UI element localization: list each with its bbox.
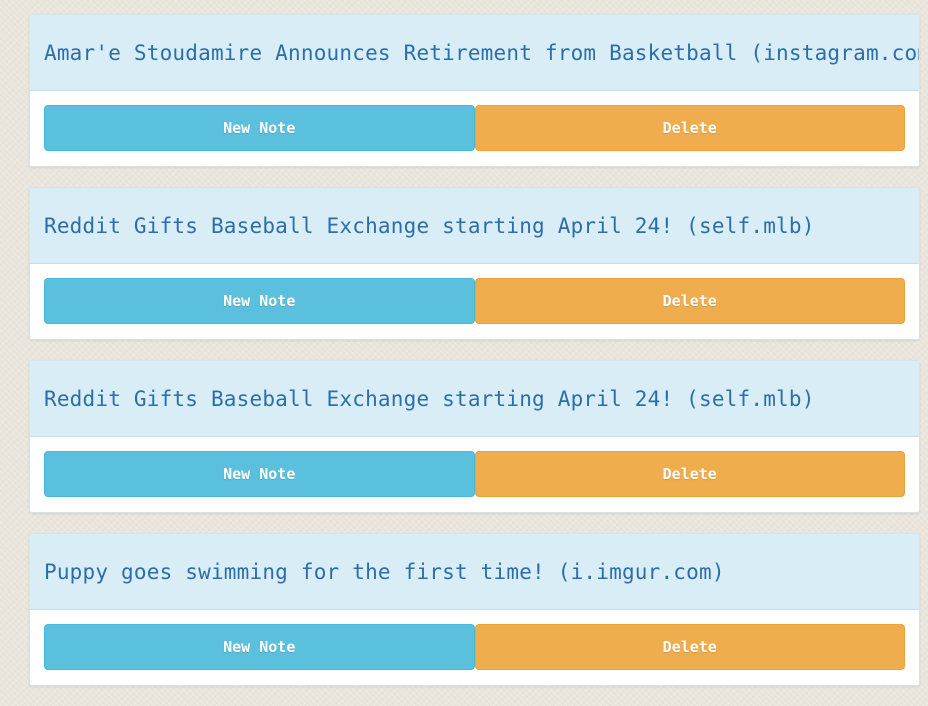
post-heading: Puppy goes swimming for the first time! … xyxy=(30,534,919,610)
new-note-button[interactable]: New Note xyxy=(44,451,475,497)
post-actions: New Note Delete xyxy=(30,610,919,685)
post-actions: New Note Delete xyxy=(30,91,919,166)
new-note-button[interactable]: New Note xyxy=(44,278,475,324)
post-title-link[interactable]: Amar'e Stoudamire Announces Retirement f… xyxy=(44,41,919,65)
post-title-link[interactable]: Reddit Gifts Baseball Exchange starting … xyxy=(44,387,815,411)
post-card: Puppy goes swimming for the first time! … xyxy=(29,533,920,686)
post-actions: New Note Delete xyxy=(30,264,919,339)
post-card: Amar'e Stoudamire Announces Retirement f… xyxy=(29,14,920,167)
delete-button[interactable]: Delete xyxy=(474,451,905,497)
post-title-link[interactable]: Puppy goes swimming for the first time! … xyxy=(44,560,725,584)
new-note-button[interactable]: New Note xyxy=(44,105,475,151)
post-heading: Reddit Gifts Baseball Exchange starting … xyxy=(30,361,919,437)
post-heading: Amar'e Stoudamire Announces Retirement f… xyxy=(30,15,919,91)
delete-button[interactable]: Delete xyxy=(474,105,905,151)
post-card: Reddit Gifts Baseball Exchange starting … xyxy=(29,187,920,340)
post-card: Reddit Gifts Baseball Exchange starting … xyxy=(29,360,920,513)
delete-button[interactable]: Delete xyxy=(474,278,905,324)
post-title-link[interactable]: Reddit Gifts Baseball Exchange starting … xyxy=(44,214,815,238)
post-actions: New Note Delete xyxy=(30,437,919,512)
new-note-button[interactable]: New Note xyxy=(44,624,475,670)
post-heading: Reddit Gifts Baseball Exchange starting … xyxy=(30,188,919,264)
post-feed: Amar'e Stoudamire Announces Retirement f… xyxy=(29,14,920,706)
delete-button[interactable]: Delete xyxy=(474,624,905,670)
